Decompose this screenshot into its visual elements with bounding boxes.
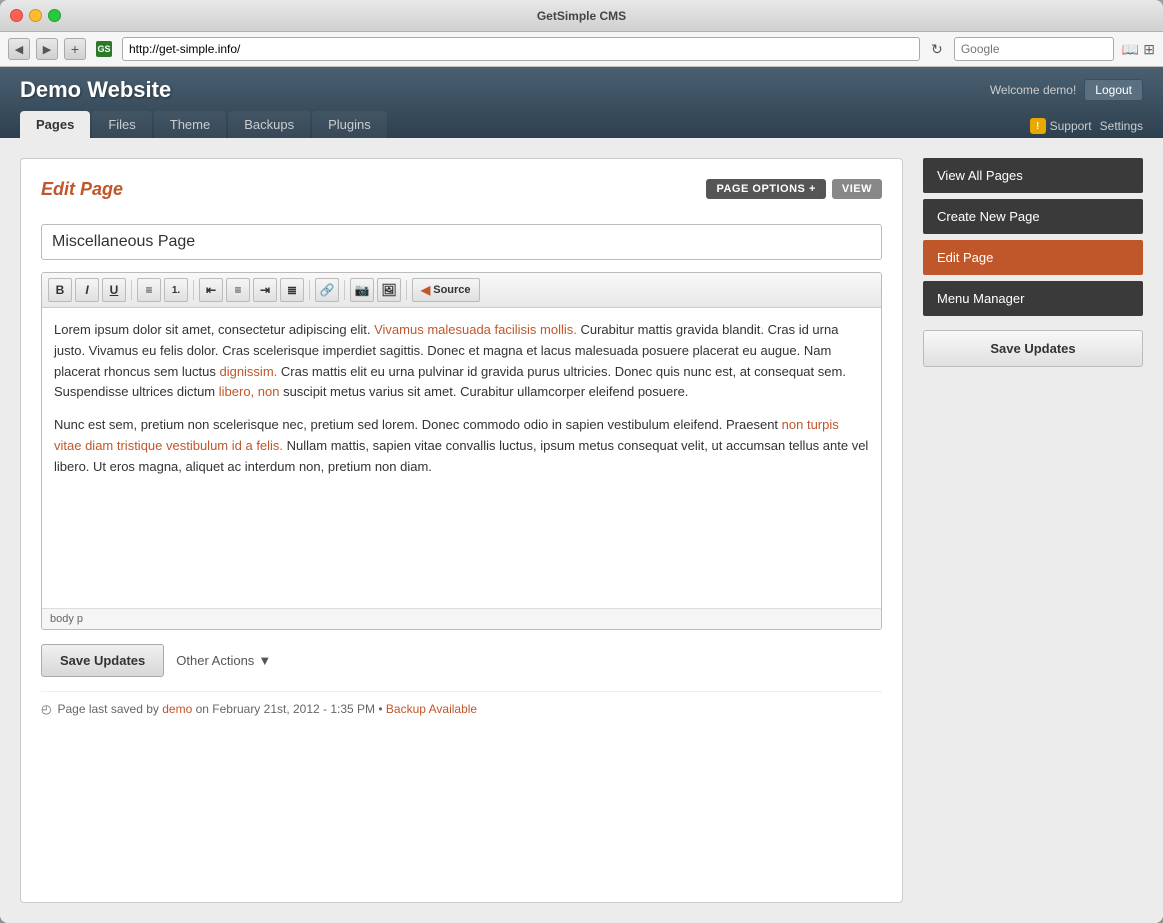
ul-button[interactable]: ≡ [137,278,161,302]
tab-theme[interactable]: Theme [154,111,226,138]
clock-icon: ◴ [41,702,51,716]
tab-files[interactable]: Files [92,111,151,138]
editor-toolbar: B I U ≡ 1. ⇤ ≡ ⇥ ≣ 🔗 📷 🖼 [42,273,881,308]
editor-tag-indicator: body p [50,613,83,625]
nav-tabs: Pages Files Theme Backups Plugins [20,111,387,138]
cms-header: Demo Website Welcome demo! Logout Pages … [0,67,1163,138]
edit-page-button[interactable]: Edit Page [923,240,1143,275]
forward-button[interactable]: ▶ [36,38,58,60]
search-input[interactable] [954,37,1114,61]
cms-logo: Demo Website [20,77,171,103]
source-button[interactable]: ◀ Source [412,278,480,302]
align-justify-button[interactable]: ≣ [280,278,304,302]
page-section-title: Edit Page [41,179,123,200]
window-controls [10,9,61,22]
content-paragraph-1: Lorem ipsum dolor sit amet, consectetur … [54,320,869,403]
reload-button[interactable]: ↻ [926,38,948,60]
align-center-button[interactable]: ≡ [226,278,250,302]
main-panel: Edit Page PAGE OPTIONS + VIEW B I U ≡ 1.… [20,158,903,903]
menu-manager-button[interactable]: Menu Manager [923,281,1143,316]
toolbar-separator-5 [406,280,407,300]
add-tab-button[interactable]: + [64,38,86,60]
ol-button[interactable]: 1. [164,278,188,302]
toolbar-separator-4 [344,280,345,300]
other-actions-button[interactable]: Other Actions ▼ [176,653,271,668]
save-updates-button[interactable]: Save Updates [41,644,164,677]
browser-bar: ◀ ▶ + GS ↻ 📖 ⊞ [0,32,1163,67]
close-button[interactable] [10,9,23,22]
tab-pages[interactable]: Pages [20,111,90,138]
image1-button[interactable]: 📷 [350,278,374,302]
italic-button[interactable]: I [75,278,99,302]
backup-link[interactable]: Backup Available [386,702,477,716]
bottom-buttons: Save Updates Other Actions ▼ [41,644,882,677]
window-title: GetSimple CMS [537,9,626,23]
editor-footer: body p [42,608,881,629]
toolbar-separator-2 [193,280,194,300]
welcome-message: Welcome demo! [990,83,1076,97]
content-paragraph-2: Nunc est sem, pretium non scelerisque ne… [54,415,869,477]
chevron-down-icon: ▼ [258,653,271,668]
gs-favicon: GS [96,41,112,57]
settings-button[interactable]: Settings [1100,119,1143,133]
bold-button[interactable]: B [48,278,72,302]
logout-button[interactable]: Logout [1084,79,1143,101]
toolbar-separator-3 [309,280,310,300]
content-area: Edit Page PAGE OPTIONS + VIEW B I U ≡ 1.… [0,138,1163,923]
align-left-button[interactable]: ⇤ [199,278,223,302]
url-input[interactable] [122,37,920,61]
bookmarks-icon[interactable]: 📖 [1122,41,1139,58]
view-all-pages-button[interactable]: View All Pages [923,158,1143,193]
toolbar-separator-1 [131,280,132,300]
page-info-user-link[interactable]: demo [162,702,192,716]
support-button[interactable]: ! Support [1030,118,1092,134]
tab-backups[interactable]: Backups [228,111,310,138]
page-info-text: Page last saved by demo on February 21st… [57,702,477,716]
create-new-page-button[interactable]: Create New Page [923,199,1143,234]
tab-plugins[interactable]: Plugins [312,111,387,138]
view-button[interactable]: VIEW [832,179,882,199]
support-label: Support [1050,119,1092,133]
align-right-button[interactable]: ⇥ [253,278,277,302]
page-info-footer: ◴ Page last saved by demo on February 21… [41,691,882,716]
grid-icon[interactable]: ⊞ [1143,41,1155,58]
underline-button[interactable]: U [102,278,126,302]
title-bar: GetSimple CMS [0,0,1163,32]
link-button[interactable]: 🔗 [315,278,339,302]
minimize-button[interactable] [29,9,42,22]
support-badge: ! [1030,118,1046,134]
sidebar-save-button[interactable]: Save Updates [923,330,1143,367]
page-title-input[interactable] [41,224,882,260]
editor-wrapper: B I U ≡ 1. ⇤ ≡ ⇥ ≣ 🔗 📷 🖼 [41,272,882,630]
sidebar: View All Pages Create New Page Edit Page… [923,158,1143,903]
maximize-button[interactable] [48,9,61,22]
back-button[interactable]: ◀ [8,38,30,60]
page-options-button[interactable]: PAGE OPTIONS + [706,179,825,199]
editor-content[interactable]: Lorem ipsum dolor sit amet, consectetur … [42,308,881,608]
app-window: GetSimple CMS ◀ ▶ + GS ↻ 📖 ⊞ Demo Websit… [0,0,1163,923]
image2-button[interactable]: 🖼 [377,278,401,302]
